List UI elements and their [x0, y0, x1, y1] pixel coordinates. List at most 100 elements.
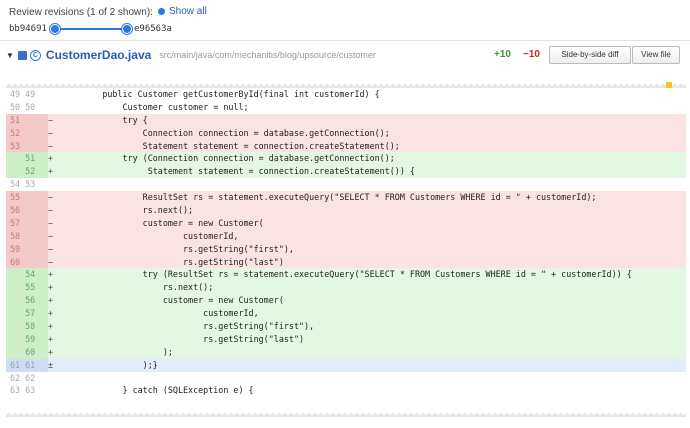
line-number: 60	[6, 345, 48, 359]
change-marker: +	[48, 166, 54, 177]
diff-line[interactable]: 60− rs.getString("last")	[6, 255, 686, 269]
line-number: 49 49	[10, 89, 36, 99]
diff-line[interactable]: 62 62	[6, 372, 686, 385]
side-by-side-diff-button[interactable]: Side-by-side diff	[549, 46, 631, 64]
diff-line[interactable]: 56 + customer = new Customer(	[6, 294, 686, 308]
revision-slider-start-handle[interactable]	[50, 24, 60, 34]
code-text: rs.getString("first"),	[62, 243, 294, 254]
diff-line[interactable]: 58 + rs.getString("first"),	[6, 320, 686, 333]
change-marker: −	[48, 127, 54, 138]
diff-line[interactable]: 63 63 } catch (SQLException e) {	[6, 384, 686, 397]
review-revisions-title: Review revisions (1 of 2 shown):	[9, 7, 153, 18]
code-text: rs.getString("first"),	[62, 321, 315, 332]
diff-line[interactable]: 51 + try (Connection connection = databas…	[6, 152, 686, 166]
change-marker: +	[48, 321, 54, 332]
code-text: Statement statement = connection.createS…	[62, 166, 415, 177]
code-text: try (Connection connection = database.ge…	[62, 153, 395, 164]
line-number: 58	[6, 320, 48, 333]
line-number: 51	[6, 152, 48, 166]
revision-to: e96563a	[134, 24, 172, 34]
diff-view: 49 49 public Customer getCustomerById(fi…	[6, 88, 686, 397]
line-number: 50 50	[10, 101, 36, 112]
diff-line[interactable]: 52− Connection connection = database.get…	[6, 126, 686, 140]
change-marker: −	[48, 256, 54, 267]
line-number: 51	[6, 113, 48, 127]
diff-line[interactable]: 55− ResultSet rs = statement.executeQuer…	[6, 191, 686, 205]
file-path: src/main/java/com/mechanitis/blog/upsour…	[159, 50, 376, 60]
file-name-link[interactable]: CustomerDao.java	[46, 48, 151, 62]
change-marker: −	[48, 217, 54, 228]
revision-slider-end-handle[interactable]	[122, 24, 132, 34]
code-text: } catch (SQLException e) {	[62, 385, 254, 396]
diff-line[interactable]: 57 + customerId,	[6, 307, 686, 321]
line-number: 60	[6, 255, 48, 269]
line-number: 62 62	[10, 372, 36, 383]
code-text: );}	[62, 359, 158, 370]
code-text: Connection connection = database.getConn…	[62, 127, 390, 138]
line-number: 59	[6, 242, 48, 256]
diff-line[interactable]: 60 + );	[6, 345, 686, 359]
code-text: ResultSet rs = statement.executeQuery("S…	[62, 192, 597, 203]
line-number: 56	[6, 294, 48, 308]
line-number: 52	[6, 165, 48, 179]
show-all-link[interactable]: Show all	[158, 6, 207, 17]
change-marker: −	[48, 140, 54, 151]
class-icon: C	[29, 49, 41, 61]
change-marker: ±	[48, 359, 54, 370]
change-marker: −	[48, 243, 54, 254]
line-number: 61 61	[6, 358, 48, 372]
show-all-label: Show all	[169, 6, 207, 17]
change-marker: +	[48, 333, 54, 344]
diff-line[interactable]: 61 61 ± );}	[6, 358, 686, 372]
diff-line[interactable]: 54 53	[6, 178, 686, 191]
diff-line[interactable]: 54 + try (ResultSet rs = statement.execut…	[6, 268, 686, 282]
lines-added-count: +10	[494, 49, 511, 60]
change-marker	[48, 101, 62, 114]
radio-dot-icon	[158, 8, 165, 15]
line-number: 54	[6, 268, 48, 282]
line-number: 54 53	[10, 179, 36, 190]
code-text: rs.next();	[62, 205, 194, 216]
change-marker	[48, 178, 62, 191]
code-text: rs.getString("last")	[62, 333, 305, 344]
line-number: 57	[6, 307, 48, 321]
line-number: 55	[6, 281, 48, 295]
diff-line[interactable]: 58− customerId,	[6, 229, 686, 243]
code-text: customer = new Customer(	[62, 295, 284, 306]
code-text: try {	[62, 114, 148, 125]
code-text: Customer customer = null;	[62, 101, 249, 112]
diff-bottom-edge	[6, 411, 686, 417]
diff-line[interactable]: 59 + rs.getString("last")	[6, 332, 686, 346]
revision-slider-track[interactable]	[54, 28, 126, 30]
change-marker	[48, 384, 62, 397]
diff-line[interactable]: 52 + Statement statement = connection.cre…	[6, 165, 686, 179]
diff-line[interactable]: 53− Statement statement = connection.cre…	[6, 139, 686, 153]
diff-line[interactable]: 57− customer = new Customer(	[6, 216, 686, 230]
line-number: 55	[6, 191, 48, 205]
view-file-button[interactable]: View file	[632, 46, 680, 64]
diff-line[interactable]: 49 49 public Customer getCustomerById(fi…	[6, 88, 686, 101]
diff-line[interactable]: 56− rs.next();	[6, 204, 686, 217]
collapse-caret-icon[interactable]: ▼	[6, 51, 14, 60]
line-number: 63 63	[10, 385, 36, 396]
diff-line[interactable]: 51− try {	[6, 113, 686, 127]
diff-line[interactable]: 59− rs.getString("first"),	[6, 242, 686, 256]
code-text: customerId,	[62, 230, 239, 241]
code-text: Statement statement = connection.createS…	[62, 140, 400, 151]
change-marker: −	[48, 205, 54, 216]
change-marker	[48, 88, 62, 101]
diff-line[interactable]: 50 50 Customer customer = null;	[6, 101, 686, 114]
diff-line[interactable]: 55 + rs.next();	[6, 281, 686, 295]
line-number: 58	[6, 229, 48, 243]
change-marker: +	[48, 282, 54, 293]
lines-removed-count: −10	[523, 49, 540, 60]
change-marker: −	[48, 114, 54, 125]
change-marker: +	[48, 153, 54, 164]
file-type-icon	[17, 50, 27, 60]
change-marker	[48, 372, 62, 385]
code-text: rs.next();	[62, 282, 214, 293]
revision-from: bb94691	[9, 24, 47, 34]
change-marker: +	[48, 295, 54, 306]
